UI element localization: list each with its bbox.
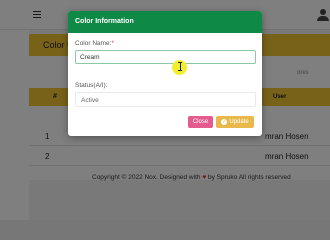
update-button-label: Update: [229, 118, 249, 125]
close-button[interactable]: Close: [188, 116, 213, 128]
update-button[interactable]: ✓ Update: [216, 116, 254, 128]
check-circle-icon: ✓: [221, 118, 228, 125]
status-value: Active: [81, 97, 99, 104]
status-select[interactable]: Active: [75, 92, 256, 107]
text-cursor-icon: [178, 62, 182, 71]
status-label: Status(A/I):: [75, 82, 108, 89]
modal-title: Color Information: [75, 18, 134, 25]
color-name-label: Color Name:*: [75, 40, 114, 47]
color-name-input[interactable]: [75, 50, 256, 64]
required-marker: *: [111, 40, 115, 47]
color-name-label-text: Color Name:: [75, 40, 112, 47]
modal-header: Color Information: [68, 11, 262, 33]
